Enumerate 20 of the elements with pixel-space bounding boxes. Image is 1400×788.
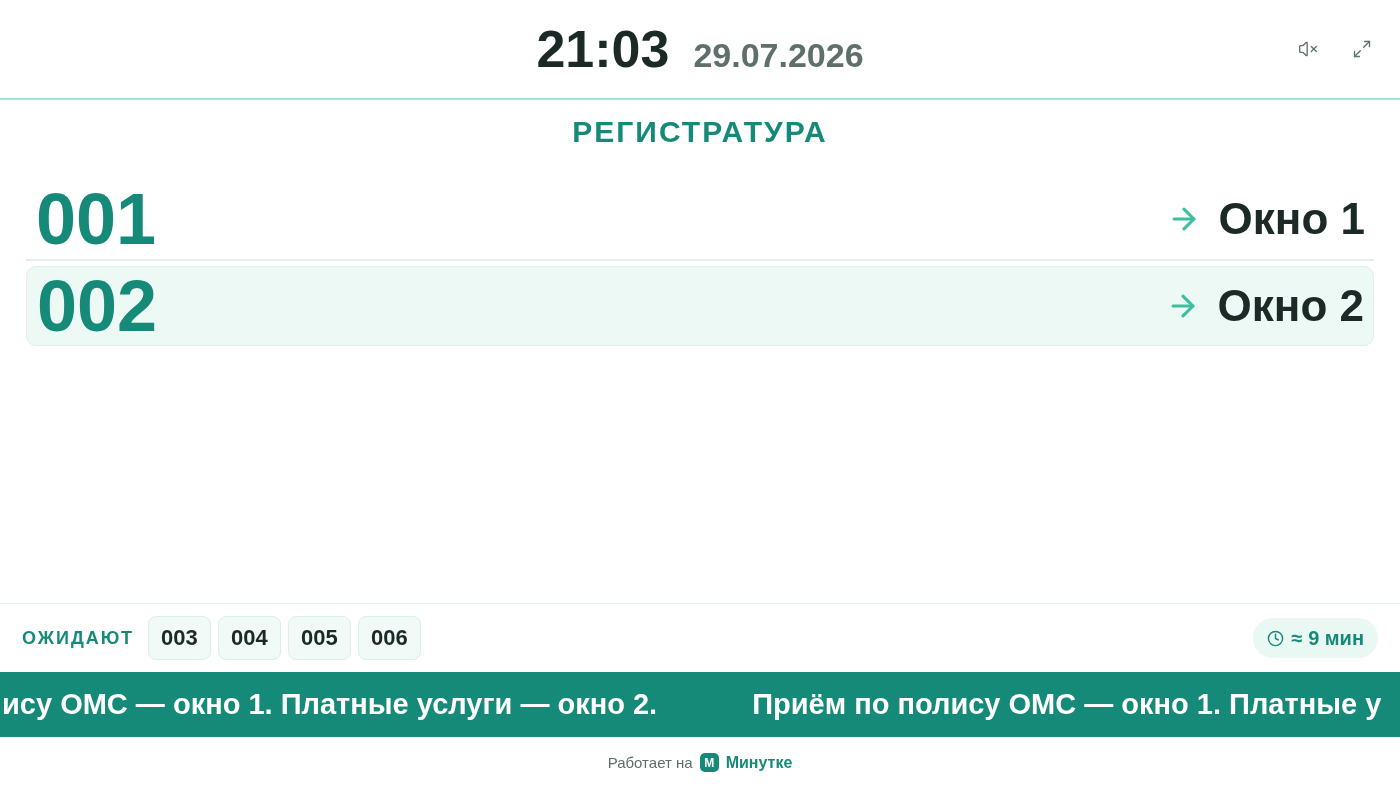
powered-by-text: Работает на bbox=[607, 754, 693, 771]
waiting-ticket-chip: 004 bbox=[217, 616, 281, 660]
waiting-ticket-chip: 003 bbox=[147, 616, 211, 660]
expand-icon bbox=[1352, 39, 1372, 59]
date-text: 29.07.2026 bbox=[693, 36, 864, 75]
window-label: Окно 2 bbox=[1217, 281, 1364, 331]
clock-icon bbox=[1266, 629, 1284, 647]
waiting-ticket-chip: 006 bbox=[357, 616, 421, 660]
department-title: РЕГИСТРАТУРА bbox=[572, 114, 828, 150]
waiting-ticket-chip: 005 bbox=[287, 616, 351, 660]
clock-time: 21:03 bbox=[536, 19, 670, 79]
brand-link[interactable]: Минутке bbox=[725, 753, 793, 772]
brand-logo: М bbox=[699, 753, 719, 772]
ticket-number: 001 bbox=[36, 182, 157, 255]
ticket-number: 002 bbox=[37, 270, 158, 342]
window-label: Окно 1 bbox=[1218, 193, 1365, 244]
wait-time-text: ≈ 9 мин bbox=[1291, 626, 1364, 650]
ticker-text: Приём по полису ОМС — окно 1. Платные у bbox=[752, 688, 1382, 721]
ticker-text: ису ОМС — окно 1. Платные услуги — окно 2. bbox=[2, 688, 658, 721]
waiting-label: ОЖИДАЮТ bbox=[22, 627, 134, 649]
